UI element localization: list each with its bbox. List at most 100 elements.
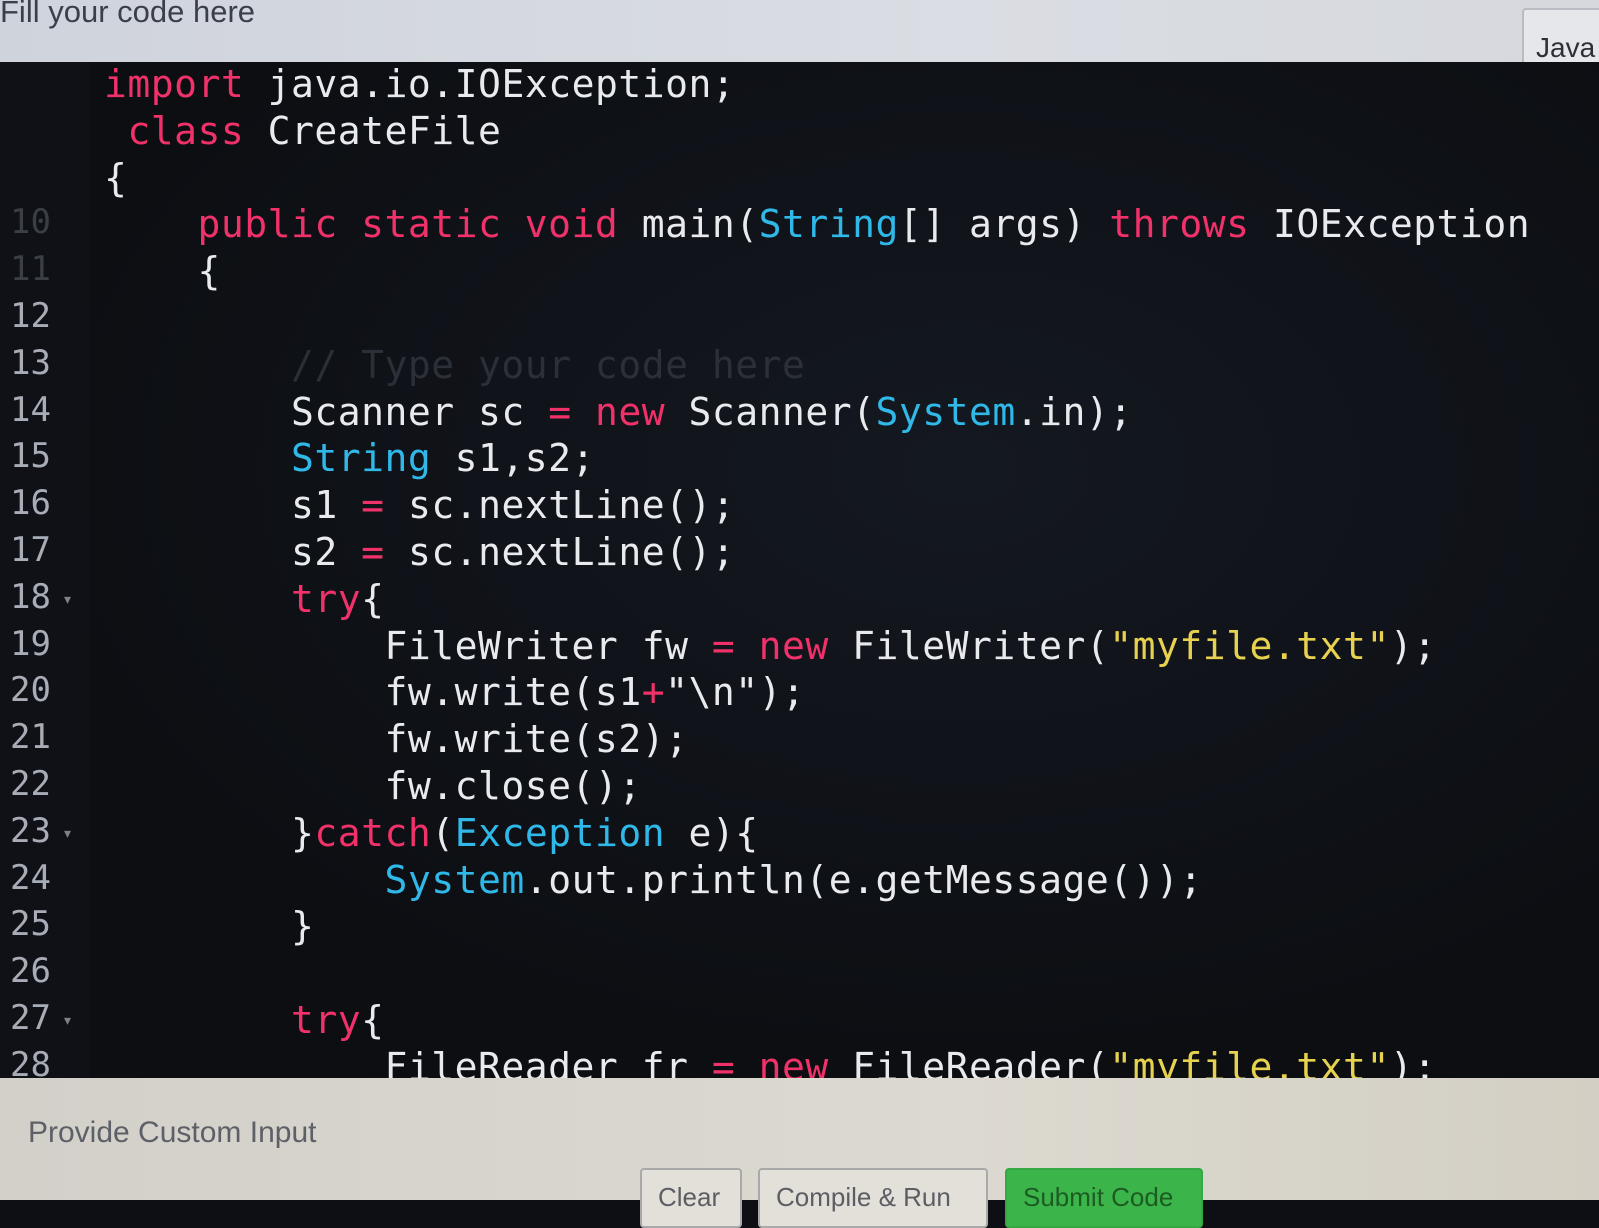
code-line[interactable]: 13 // Type your code here <box>0 343 1599 391</box>
code-token: + <box>641 670 666 715</box>
code-token: = <box>711 623 736 668</box>
code-token: FileReader fr <box>104 1044 712 1078</box>
code-text: // Type your code here <box>104 343 805 387</box>
code-line[interactable]: 25 } <box>0 904 1599 952</box>
custom-input-toggle[interactable]: Provide Custom Input <box>28 1116 316 1150</box>
code-text: class CreateFile <box>104 109 501 153</box>
code-token: { <box>104 155 128 200</box>
code-line[interactable]: 22 fw.close(); <box>0 764 1599 812</box>
code-text: String s1,s2; <box>104 436 595 480</box>
code-line[interactable]: 19 FileWriter fw = new FileWriter("myfil… <box>0 624 1599 672</box>
code-text: try{ <box>104 577 385 621</box>
code-text: s2 = sc.nextLine(); <box>104 530 735 574</box>
code-token: "myfile.txt" <box>1109 1044 1390 1078</box>
code-token: fw.close(); <box>104 764 642 808</box>
code-token: Scanner( <box>665 389 876 434</box>
code-text: { <box>104 249 221 293</box>
code-line[interactable]: 23 ▾ }catch(Exception e){ <box>0 811 1599 859</box>
line-number: 19 <box>10 623 51 664</box>
code-token: "myfile.txt" <box>1109 623 1390 668</box>
code-line[interactable]: class CreateFile <box>0 109 1599 157</box>
code-token: fw.write(s1 <box>104 670 642 715</box>
code-token: FileWriter( <box>828 623 1110 668</box>
code-text: Scanner sc = new Scanner(System.in); <box>104 390 1133 434</box>
code-token: public static void <box>104 202 619 247</box>
code-token: throws <box>1109 202 1250 247</box>
code-token: sc.nextLine(); <box>384 483 736 528</box>
code-text: FileWriter fw = new FileWriter("myfile.t… <box>104 624 1437 668</box>
code-line[interactable]: import java.io.IOException; <box>0 62 1599 110</box>
code-token: = <box>548 389 572 434</box>
code-token: s2 <box>104 530 362 574</box>
code-token: IOException <box>1249 202 1531 247</box>
code-editor[interactable]: import java.io.IOException; class Create… <box>0 62 1599 1078</box>
line-number: 14 <box>10 389 51 430</box>
code-token: } <box>104 810 315 855</box>
code-token: java.io.IOException; <box>244 62 736 106</box>
code-text: s1 = sc.nextLine(); <box>104 483 735 527</box>
code-token: ); <box>1389 623 1437 668</box>
code-line[interactable]: 26 <box>0 951 1599 999</box>
code-token: catch <box>314 810 432 855</box>
code-token: class <box>104 108 245 153</box>
code-line[interactable]: 11 { <box>0 249 1599 297</box>
line-number: 22 <box>10 764 51 804</box>
code-token: FileReader( <box>828 1044 1110 1078</box>
code-line[interactable]: 15 String s1,s2; <box>0 436 1599 484</box>
code-token: try <box>104 576 362 621</box>
code-token: { <box>361 998 385 1042</box>
line-number: 17 <box>10 530 51 570</box>
line-number: 25 <box>10 904 51 945</box>
code-token: Exception <box>454 810 666 855</box>
code-text: public static void main(String[] args) t… <box>104 202 1530 246</box>
code-token: try <box>104 998 362 1042</box>
code-text: fw.write(s1+"\n"); <box>104 670 805 714</box>
code-token: main( <box>618 202 759 247</box>
code-token: fw.write(s2); <box>104 717 689 762</box>
code-token: } <box>104 904 315 949</box>
code-line[interactable]: { <box>0 156 1599 204</box>
code-token: Scanner sc <box>104 389 549 434</box>
code-token: // Type your code here <box>104 342 806 387</box>
code-line[interactable]: 21 fw.write(s2); <box>0 717 1599 765</box>
code-line[interactable]: 17 s2 = sc.nextLine(); <box>0 530 1599 578</box>
compile-run-button[interactable]: Compile & Run <box>758 1168 988 1228</box>
code-line[interactable]: 12 <box>0 296 1599 344</box>
clear-button[interactable]: Clear <box>640 1168 742 1228</box>
code-token: s1 <box>104 483 362 528</box>
fold-toggle-icon[interactable]: ▾ <box>64 591 71 608</box>
code-token: { <box>104 249 221 294</box>
line-number: 12 <box>10 296 51 336</box>
code-line[interactable]: 16 s1 = sc.nextLine(); <box>0 483 1599 531</box>
code-line[interactable]: 24 System.out.println(e.getMessage()); <box>0 858 1599 906</box>
line-number: 28 <box>10 1044 51 1078</box>
code-line[interactable]: 27 ▾ try{ <box>0 998 1599 1046</box>
code-text: } <box>104 904 314 948</box>
fold-toggle-icon[interactable]: ▾ <box>64 825 71 842</box>
code-token: ); <box>1389 1044 1437 1078</box>
code-line[interactable]: 10 public static void main(String[] args… <box>0 202 1599 250</box>
submit-code-button[interactable]: Submit Code <box>1005 1168 1203 1228</box>
code-text: fw.write(s2); <box>104 717 688 761</box>
line-number: 18 <box>10 576 51 617</box>
code-token: String <box>104 436 432 481</box>
code-line[interactable]: 28 FileReader fr = new FileReader("myfil… <box>0 1045 1599 1078</box>
code-text: { <box>104 156 127 200</box>
code-line[interactable]: 18 ▾ try{ <box>0 577 1599 625</box>
line-number: 20 <box>10 670 51 711</box>
code-line[interactable]: 14 Scanner sc = new Scanner(System.in); <box>0 390 1599 438</box>
line-number: 26 <box>10 951 51 992</box>
code-token: ( <box>431 810 455 855</box>
editor-title: Fill your code here <box>0 0 256 29</box>
code-token: [] args) <box>898 202 1110 247</box>
line-number: 13 <box>10 342 51 383</box>
code-token: new <box>571 389 666 434</box>
code-token: .in); <box>1015 389 1133 434</box>
line-number: 11 <box>10 249 51 290</box>
code-token: "\n"); <box>665 670 806 715</box>
line-number: 24 <box>10 857 51 898</box>
code-token: new <box>735 623 829 668</box>
code-token: System <box>875 389 1016 434</box>
fold-toggle-icon[interactable]: ▾ <box>64 1012 71 1029</box>
code-line[interactable]: 20 fw.write(s1+"\n"); <box>0 670 1599 718</box>
